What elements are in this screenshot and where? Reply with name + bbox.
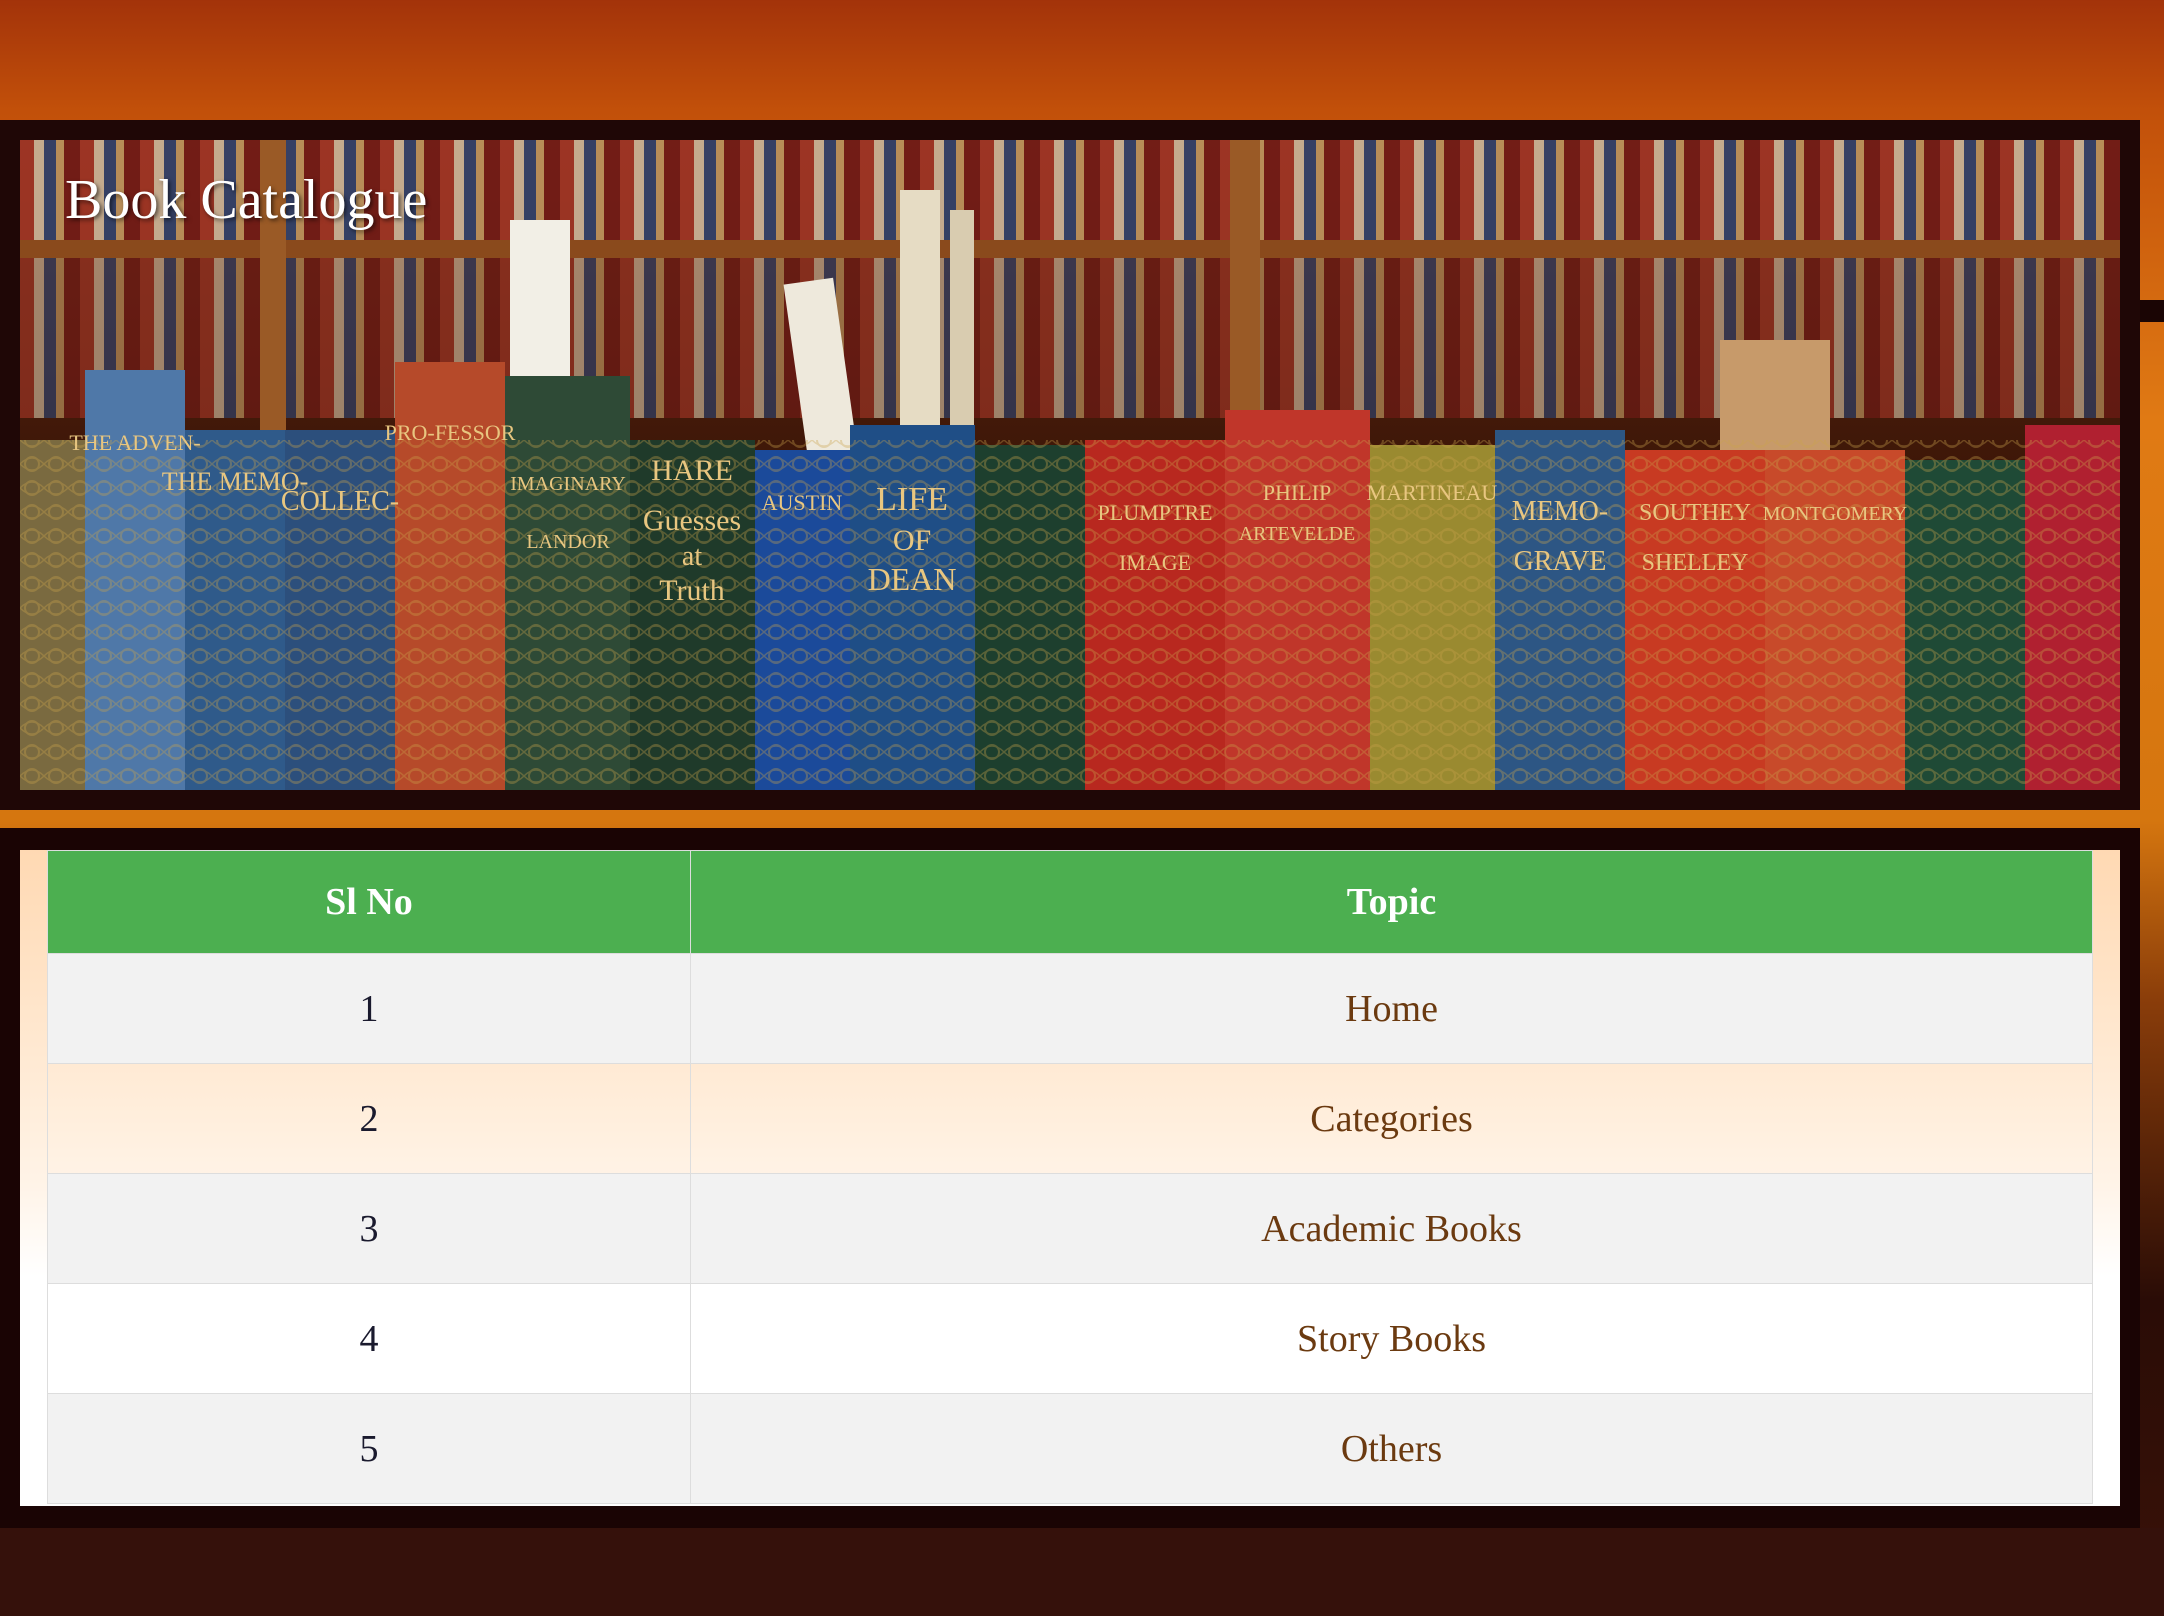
svg-text:HARE: HARE	[651, 454, 733, 487]
table-row: 4 Story Books	[47, 1283, 2093, 1394]
svg-text:at: at	[682, 541, 702, 572]
svg-text:ARTEVELDE: ARTEVELDE	[1239, 523, 1356, 545]
svg-text:COLLEC-: COLLEC-	[281, 486, 399, 517]
svg-text:SOUTHEY: SOUTHEY	[1639, 500, 1751, 526]
row-number: 1	[47, 953, 691, 1064]
table-area: Sl No Topic 1 Home 2 Categories 3 Academ…	[20, 850, 2120, 1506]
svg-text:Guesses: Guesses	[643, 504, 741, 537]
row-topic[interactable]: Home	[690, 953, 2093, 1064]
svg-text:SHELLEY: SHELLEY	[1642, 550, 1749, 576]
column-header-topic: Topic	[690, 850, 2093, 954]
svg-text:IMAGE: IMAGE	[1119, 550, 1191, 575]
svg-text:LIFE: LIFE	[876, 481, 948, 518]
row-topic[interactable]: Academic Books	[690, 1173, 2093, 1284]
row-topic[interactable]: Story Books	[690, 1283, 2093, 1394]
svg-text:THE ADVEN-: THE ADVEN-	[69, 430, 200, 455]
page-title: Book Catalogue	[65, 169, 428, 231]
column-header-sl-no: Sl No	[47, 850, 691, 954]
svg-text:GRAVE: GRAVE	[1514, 546, 1607, 577]
table-frame: Sl No Topic 1 Home 2 Categories 3 Academ…	[0, 828, 2140, 1528]
row-topic[interactable]: Others	[690, 1393, 2093, 1504]
table-row: 2 Categories	[47, 1063, 2093, 1174]
bookshelf-banner: THE ADVEN- THE MEMO- COLLEC- PRO-FESSOR …	[20, 140, 2120, 790]
svg-text:MARTINEAU: MARTINEAU	[1367, 480, 1498, 505]
table-row: 5 Others	[47, 1393, 2093, 1504]
footer-band	[0, 1528, 2164, 1616]
svg-text:MONTGOMERY: MONTGOMERY	[1763, 503, 1907, 525]
row-topic[interactable]: Categories	[690, 1063, 2093, 1174]
svg-text:AUSTIN: AUSTIN	[762, 490, 843, 515]
table-row: 3 Academic Books	[47, 1173, 2093, 1284]
bookshelf-image: THE ADVEN- THE MEMO- COLLEC- PRO-FESSOR …	[20, 140, 2120, 790]
row-number: 4	[47, 1283, 691, 1394]
row-number: 2	[47, 1063, 691, 1174]
row-number: 3	[47, 1173, 691, 1284]
row-number: 5	[47, 1393, 691, 1504]
svg-text:PHILIP: PHILIP	[1263, 480, 1331, 505]
header-banner-frame: THE ADVEN- THE MEMO- COLLEC- PRO-FESSOR …	[0, 120, 2140, 810]
topics-table: Sl No Topic 1 Home 2 Categories 3 Academ…	[47, 850, 2093, 1504]
side-tab-decoration	[2140, 300, 2164, 322]
svg-text:IMAGINARY: IMAGINARY	[510, 473, 626, 495]
svg-text:OF: OF	[893, 524, 931, 557]
svg-text:Truth: Truth	[659, 574, 725, 607]
svg-text:PLUMPTRE: PLUMPTRE	[1098, 500, 1213, 525]
svg-text:LANDOR: LANDOR	[526, 531, 610, 553]
table-header-row: Sl No Topic	[47, 850, 2093, 954]
svg-text:DEAN: DEAN	[868, 561, 957, 597]
svg-text:MEMO-: MEMO-	[1512, 496, 1608, 527]
svg-text:PRO-FESSOR: PRO-FESSOR	[385, 420, 516, 445]
table-row: 1 Home	[47, 953, 2093, 1064]
